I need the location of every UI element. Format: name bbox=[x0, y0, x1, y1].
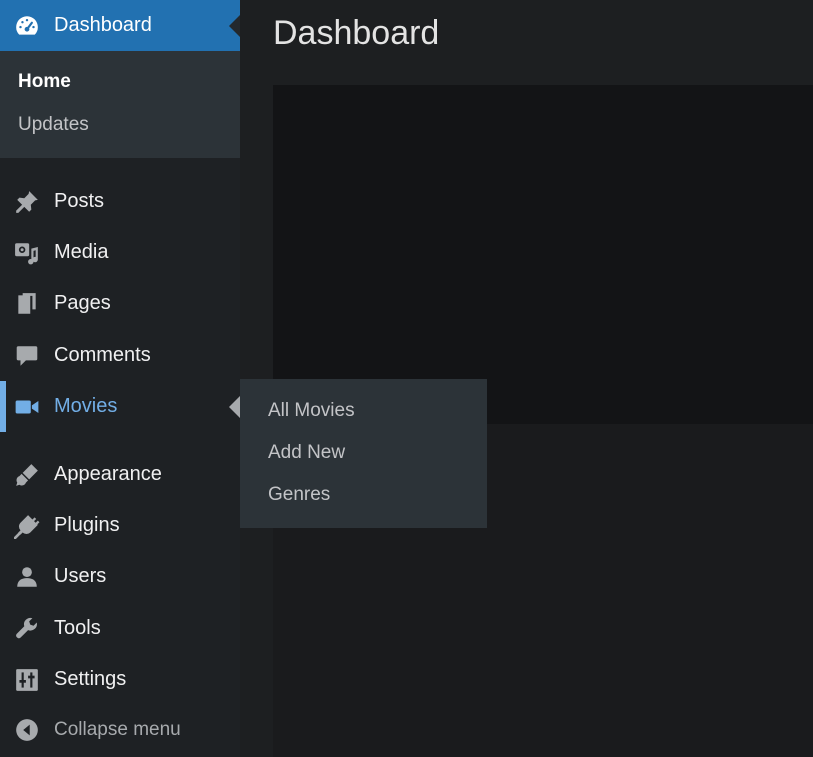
sidebar-item-label: Settings bbox=[54, 668, 127, 690]
sidebar-item-label: Pages bbox=[54, 292, 111, 314]
submenu-item-home[interactable]: Home bbox=[18, 71, 71, 93]
sidebar-item-dashboard[interactable]: Dashboard bbox=[0, 0, 240, 51]
sidebar-item-label: Dashboard bbox=[54, 14, 152, 36]
pushpin-icon bbox=[13, 188, 41, 216]
active-indicator-bar bbox=[0, 381, 6, 432]
sidebar-item-pages[interactable]: Pages bbox=[0, 278, 240, 329]
sidebar-item-label: Tools bbox=[54, 617, 101, 639]
page-title: Dashboard bbox=[273, 14, 440, 52]
sidebar-item-settings[interactable]: Settings bbox=[0, 654, 240, 705]
admin-sidebar: Dashboard Home Updates Posts Media Pages… bbox=[0, 0, 240, 757]
wrench-icon bbox=[13, 615, 41, 643]
submenu-item-updates[interactable]: Updates bbox=[18, 114, 89, 136]
dashboard-submenu: Home Updates bbox=[0, 51, 240, 158]
sidebar-item-tools[interactable]: Tools bbox=[0, 603, 240, 654]
current-section-arrow bbox=[229, 15, 240, 37]
pages-icon bbox=[13, 290, 41, 318]
sidebar-item-label: Movies bbox=[54, 395, 118, 417]
media-icon bbox=[13, 239, 41, 267]
paintbrush-icon bbox=[13, 461, 41, 489]
flyout-item-add-new[interactable]: Add New bbox=[268, 442, 345, 464]
sidebar-item-label: Comments bbox=[54, 344, 151, 366]
sidebar-item-comments[interactable]: Comments bbox=[0, 330, 240, 381]
collapse-menu-label: Collapse menu bbox=[54, 719, 181, 740]
sidebar-item-label: Posts bbox=[54, 190, 105, 212]
plug-icon bbox=[13, 512, 41, 540]
sidebar-item-posts[interactable]: Posts bbox=[0, 176, 240, 227]
flyout-item-genres[interactable]: Genres bbox=[268, 484, 330, 506]
sidebar-item-users[interactable]: Users bbox=[0, 551, 240, 602]
dashboard-panel bbox=[273, 85, 813, 424]
sidebar-item-label: Media bbox=[54, 241, 109, 263]
sidebar-item-plugins[interactable]: Plugins bbox=[0, 500, 240, 551]
user-icon bbox=[13, 563, 41, 591]
collapse-arrow-icon bbox=[13, 716, 41, 744]
movies-flyout-submenu: All Movies Add New Genres bbox=[240, 379, 487, 528]
video-camera-icon bbox=[13, 393, 41, 421]
sliders-icon bbox=[13, 666, 41, 694]
sidebar-item-movies[interactable]: Movies bbox=[0, 381, 240, 432]
sidebar-item-appearance[interactable]: Appearance bbox=[0, 449, 240, 500]
sidebar-item-label: Users bbox=[54, 565, 107, 587]
sidebar-item-label: Plugins bbox=[54, 514, 120, 536]
flyout-pointer-arrow bbox=[229, 396, 240, 418]
flyout-item-all-movies[interactable]: All Movies bbox=[268, 400, 355, 422]
dashboard-gauge-icon bbox=[13, 12, 41, 40]
sidebar-item-media[interactable]: Media bbox=[0, 227, 240, 278]
collapse-menu-button[interactable]: Collapse menu bbox=[0, 706, 240, 754]
comment-bubble-icon bbox=[13, 342, 41, 370]
sidebar-item-label: Appearance bbox=[54, 463, 162, 485]
